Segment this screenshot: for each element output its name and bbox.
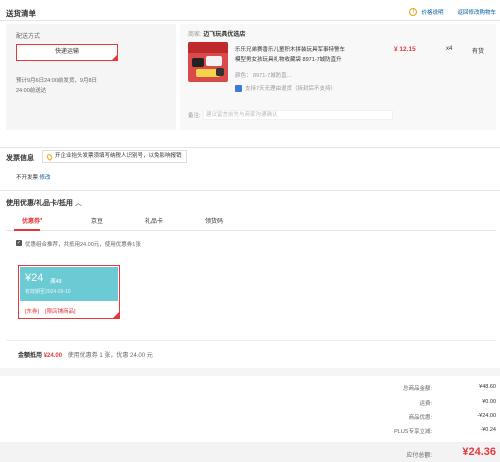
coupon-card[interactable]: ¥24 满48 有效期至2024-09-10 [东券] [限店铺商品] xyxy=(18,265,120,319)
total-goods-label: 总商品金额: xyxy=(402,386,432,392)
coupon-section-header[interactable]: 使用优惠/礼品卡/抵用 ︿ xyxy=(6,198,82,208)
chevron-up-icon: ︿ xyxy=(74,200,82,207)
combo-checkbox[interactable]: ✓ xyxy=(16,240,22,246)
shop-label: 商家: xyxy=(188,32,202,38)
invoice-tip: 开企业抬头发票须填写纳税人识别号，以免影响报销 xyxy=(42,150,187,163)
goods-discount-value: -¥24.00 xyxy=(477,413,496,419)
combo-note: 优惠组合推荐，共抵用24.00元，使用优惠券1张 xyxy=(25,242,141,248)
page-title: 送货清单 xyxy=(6,9,36,18)
product-title-line2[interactable]: 模型男女孩玩具礼物收藏袋 8971-7城防直升 xyxy=(235,55,380,63)
divider xyxy=(0,190,500,191)
product-title-line1[interactable]: 乐乐兄弟赛香乐儿童积木拼装玩具军事特警车 xyxy=(235,45,380,53)
tab-jingdou[interactable]: 京豆 xyxy=(91,216,103,225)
color-value: 8971-7城防直... xyxy=(253,73,292,79)
remark-input[interactable]: 建议留言前先与商家沟通确认 xyxy=(203,110,393,120)
plus-discount-label: PLUS专享立减: xyxy=(394,429,432,435)
warning-icon: ! xyxy=(409,8,418,16)
discount-summary: 金额抵用 ¥24.00 使用优惠券 1 张，优惠 24.00 元 xyxy=(18,350,153,359)
tab-coupons[interactable]: 优惠券● xyxy=(22,216,42,225)
tab-gift-card[interactable]: 礼品卡 xyxy=(145,216,163,225)
tab-underline xyxy=(6,230,496,231)
shipping-fee-label: 运费: xyxy=(419,401,432,407)
product-color: 颜色： 8971-7城防直... xyxy=(235,71,291,79)
coupon-amount: ¥24 xyxy=(25,272,44,284)
divider xyxy=(0,147,500,148)
tab-active-indicator xyxy=(14,229,40,231)
return-policy-text: 支持7天无理由退货（拆封后不支持） xyxy=(245,86,337,92)
invoice-edit-link[interactable]: 修改 xyxy=(40,175,51,181)
divider xyxy=(0,20,500,21)
product-price: ¥ 12.15 xyxy=(394,46,416,53)
discount-summary-note: 使用优惠券 1 张，优惠 24.00 元 xyxy=(67,353,153,359)
payable-label: 应付总额: xyxy=(406,453,432,459)
back-to-cart-link[interactable]: 返回修改购物车 xyxy=(457,8,496,16)
header-links: ! 价格说明 返回修改购物车 xyxy=(409,8,496,16)
coupon-tag: [东券] xyxy=(25,309,40,315)
payable-amount: ¥24.36 xyxy=(462,446,496,458)
product-thumbnail[interactable] xyxy=(188,42,228,82)
color-label: 颜色： xyxy=(235,73,252,79)
goods-discount-label: 商品优惠: xyxy=(408,415,432,421)
product-quantity: x4 xyxy=(446,46,453,52)
delivery-estimate-line1: 预计9月6日24:00前发货，9月8日 xyxy=(16,78,97,84)
coupon-scope: [限店铺商品] xyxy=(45,309,76,315)
location-pin-icon xyxy=(45,152,54,161)
total-goods-value: ¥48.60 xyxy=(479,384,496,390)
tab-redeem-code[interactable]: 领货码 xyxy=(205,216,223,225)
section-gap xyxy=(0,368,500,376)
stock-status: 有货 xyxy=(472,49,485,55)
return-policy-icon xyxy=(235,84,242,92)
express-delivery-button[interactable]: 快递运输 xyxy=(16,44,118,61)
remark-label: 备注: xyxy=(188,113,201,119)
invoice-status-row: 不开发票 修改 xyxy=(16,173,51,181)
shipping-method-label: 配送方式 xyxy=(16,34,41,40)
price-note-link[interactable]: 价格说明 xyxy=(421,8,443,16)
delivery-estimate-line2: 24:00前送达 xyxy=(16,88,47,94)
invoice-status: 不开发票 xyxy=(16,175,39,181)
return-policy: 支持7天无理由退货（拆封后不支持） xyxy=(235,84,336,92)
invoice-title: 发票信息 xyxy=(6,155,34,162)
tab-coupons-badge: ● xyxy=(40,216,43,221)
discount-summary-label: 金额抵用 xyxy=(18,353,43,359)
coupon-condition: 满48 xyxy=(50,279,62,285)
coupon-validity: 有效期至2024-09-10 xyxy=(25,289,71,295)
shipping-fee-value: ¥0.00 xyxy=(482,399,496,405)
shop-name[interactable]: 迈飞玩具优选店 xyxy=(203,32,245,38)
shop-row: 商家: 迈飞玩具优选店 xyxy=(188,29,245,38)
discount-summary-amount: ¥24.00 xyxy=(43,353,63,359)
invoice-tip-text: 开企业抬头发票须填写纳税人识别号，以免影响报销 xyxy=(55,153,182,159)
divider xyxy=(6,340,496,341)
plus-discount-value: -¥0.24 xyxy=(480,427,496,433)
coupon-section-title: 使用优惠/礼品卡/抵用 xyxy=(6,200,73,207)
